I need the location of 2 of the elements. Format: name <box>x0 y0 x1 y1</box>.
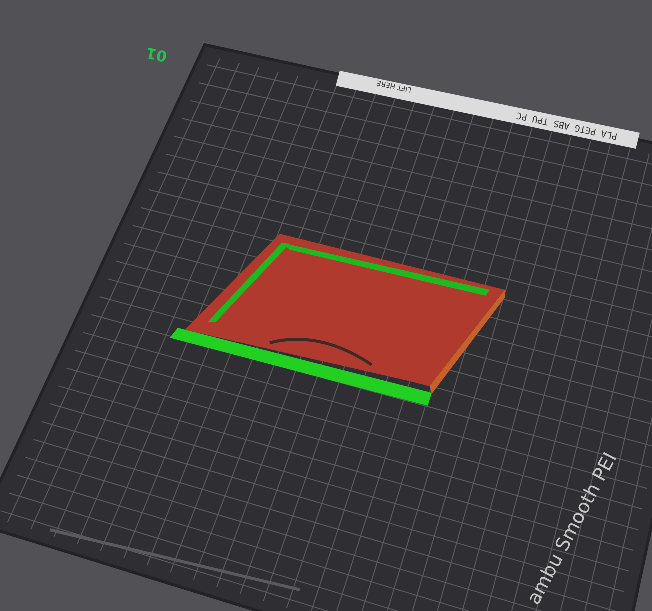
filament-list: PLA PETG ABS TPU PC <box>516 110 619 141</box>
plate-number: 01 <box>144 44 169 66</box>
